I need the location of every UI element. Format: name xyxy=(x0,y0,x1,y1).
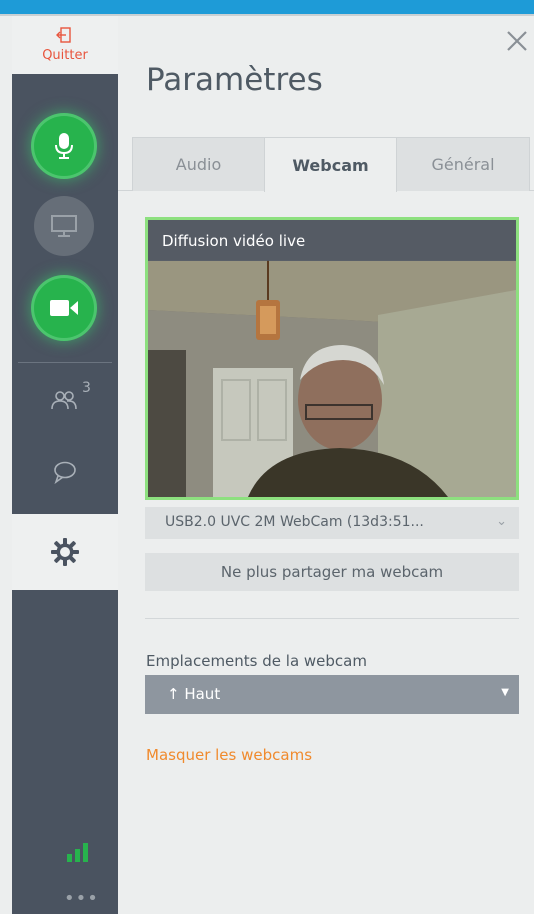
webcam-location-select[interactable]: ↑ Haut ▼ xyxy=(145,675,519,714)
window-top-bar xyxy=(0,0,534,14)
sidebar-divider xyxy=(18,362,112,363)
close-icon[interactable] xyxy=(504,28,530,54)
chat-button[interactable] xyxy=(12,450,118,494)
participants-count: 3 xyxy=(82,380,91,396)
screen-share-button[interactable] xyxy=(34,196,94,256)
tab-webcam[interactable]: Webcam xyxy=(264,137,397,192)
video-camera-icon xyxy=(50,300,78,316)
stop-sharing-webcam-button[interactable]: Ne plus partager ma webcam xyxy=(145,553,519,591)
tab-general[interactable]: Général xyxy=(396,137,530,191)
monitor-icon xyxy=(51,215,77,237)
more-options-icon[interactable]: ••• xyxy=(64,888,99,909)
section-divider xyxy=(145,618,519,619)
webcam-location-label: Emplacements de la webcam xyxy=(146,652,367,670)
microphone-button[interactable] xyxy=(34,116,94,176)
exit-icon xyxy=(56,26,74,48)
page-title: Paramètres xyxy=(146,62,323,98)
participants-icon xyxy=(51,391,77,410)
chat-bubble-icon xyxy=(54,461,76,484)
caret-down-icon: ▼ xyxy=(501,687,509,698)
quit-button[interactable]: Quitter xyxy=(12,16,118,74)
chevron-down-icon: ⌄ xyxy=(496,514,507,529)
sidebar: Quitter 3 ••• xyxy=(12,16,118,914)
webcam-preview: Diffusion vidéo live xyxy=(145,217,519,500)
video-status-label: Diffusion vidéo live xyxy=(148,220,516,261)
webcam-video-image xyxy=(148,220,516,497)
microphone-icon xyxy=(55,133,73,159)
webcam-location-value: ↑ Haut xyxy=(167,685,221,703)
hide-webcams-link[interactable]: Masquer les webcams xyxy=(146,746,312,764)
camera-select-value: USB2.0 UVC 2M WebCam (13d3:51... xyxy=(165,514,424,530)
tab-audio[interactable]: Audio xyxy=(132,137,265,191)
webcam-button[interactable] xyxy=(34,278,94,338)
gear-icon xyxy=(51,538,79,566)
settings-button[interactable] xyxy=(12,514,118,590)
participants-button[interactable] xyxy=(12,378,118,422)
camera-select[interactable]: USB2.0 UVC 2M WebCam (13d3:51... ⌄ xyxy=(145,507,519,539)
signal-strength-icon xyxy=(67,843,88,862)
quit-label: Quitter xyxy=(42,48,88,63)
